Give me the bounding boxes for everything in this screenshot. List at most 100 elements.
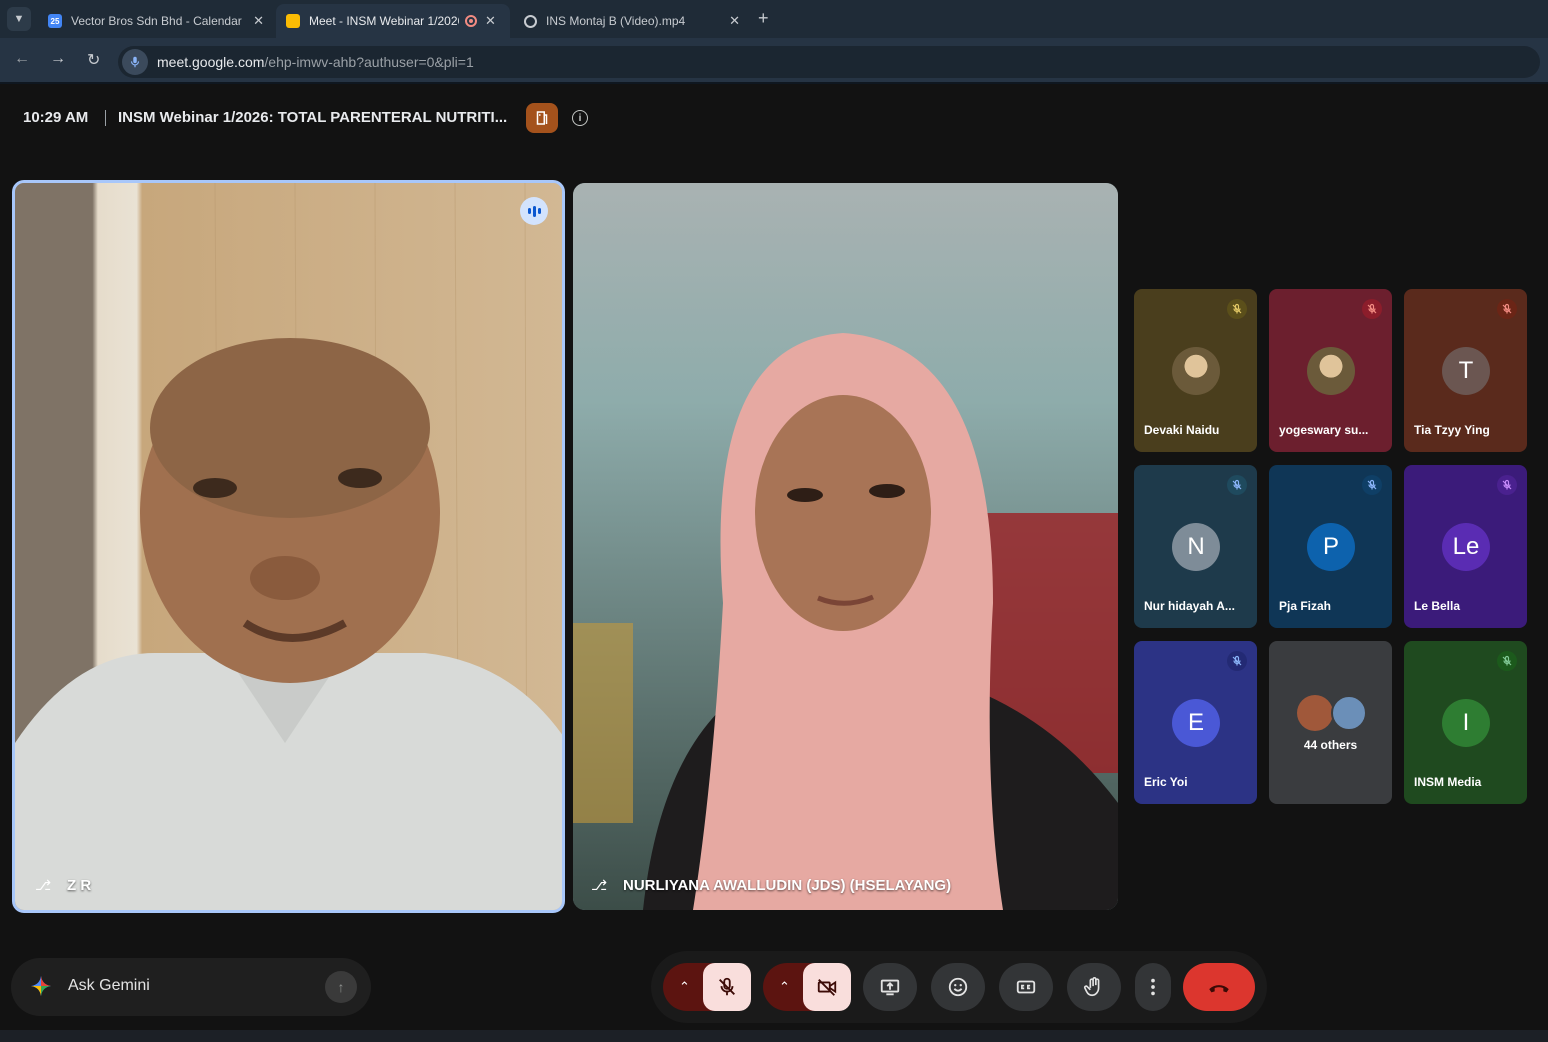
hang-up-icon bbox=[1209, 985, 1229, 993]
speaking-indicator-icon bbox=[520, 197, 548, 225]
avatar bbox=[1172, 347, 1220, 395]
participant-name: Devaki Naidu bbox=[1144, 423, 1220, 437]
mic-off-icon bbox=[719, 977, 735, 996]
participant-name: INSM Media bbox=[1414, 775, 1482, 789]
mic-off-icon bbox=[1362, 299, 1382, 319]
avatar bbox=[1307, 347, 1355, 395]
participant-tile[interactable]: 44 others bbox=[1269, 641, 1392, 804]
participant-tile[interactable]: N Nur hidayah A... bbox=[1134, 465, 1257, 628]
reload-button[interactable]: ↻ bbox=[87, 50, 100, 70]
participant-video bbox=[15, 183, 562, 910]
captions-button[interactable] bbox=[999, 963, 1053, 1011]
participant-tile[interactable]: yogeswary su... bbox=[1269, 289, 1392, 452]
participant-name: Le Bella bbox=[1414, 599, 1461, 613]
raise-hand-button[interactable] bbox=[1067, 963, 1121, 1011]
more-options-button[interactable] bbox=[1135, 963, 1171, 1011]
avatar: Le bbox=[1442, 523, 1490, 571]
divider bbox=[105, 110, 106, 126]
hand-icon bbox=[1084, 977, 1100, 997]
send-arrow-icon[interactable]: ↑ bbox=[325, 971, 357, 1003]
more-vert-icon bbox=[1151, 978, 1155, 996]
os-taskbar bbox=[0, 1030, 1548, 1042]
ask-gemini-label: Ask Gemini bbox=[68, 977, 150, 994]
participant-name: Eric Yoi bbox=[1144, 775, 1188, 789]
new-tab-button[interactable]: + bbox=[758, 8, 769, 29]
avatar-stack bbox=[1297, 695, 1333, 731]
mic-off-icon bbox=[1227, 299, 1247, 319]
browser-tab-strip: ▼ 25 Vector Bros Sdn Bhd - Calendar ✕ Me… bbox=[0, 0, 1548, 38]
participant-name: yogeswary su... bbox=[1279, 423, 1369, 437]
mic-off-icon bbox=[1227, 651, 1247, 671]
avatar-stack bbox=[1331, 695, 1367, 731]
close-tab-icon[interactable]: ✕ bbox=[253, 13, 264, 29]
tab-search-button[interactable]: ▼ bbox=[7, 7, 31, 31]
participant-tile[interactable]: E Eric Yoi bbox=[1134, 641, 1257, 804]
close-tab-icon[interactable]: ✕ bbox=[729, 13, 740, 29]
url-text: meet.google.com/ehp-imwv-ahb?authuser=0&… bbox=[157, 54, 474, 70]
video-tile-speaker[interactable]: ⎇ Z R bbox=[12, 180, 565, 913]
captions-icon bbox=[1016, 980, 1036, 994]
tab-title: Vector Bros Sdn Bhd - Calendar bbox=[71, 14, 242, 28]
camera-off-icon bbox=[817, 979, 837, 996]
calendar-icon: 25 bbox=[48, 14, 62, 28]
tab-title: Meet - INSM Webinar 1/2026 bbox=[309, 14, 459, 28]
camera-off-button[interactable] bbox=[803, 963, 851, 1011]
participant-name: Tia Tzyy Ying bbox=[1414, 423, 1490, 437]
participant-tile[interactable]: Devaki Naidu bbox=[1134, 289, 1257, 452]
meeting-clock: 10:29 AM bbox=[23, 109, 89, 126]
present-icon bbox=[880, 979, 900, 996]
pin-icon[interactable]: ⎇ bbox=[35, 877, 51, 894]
avatar: E bbox=[1172, 699, 1220, 747]
tab-meet[interactable]: Meet - INSM Webinar 1/2026 ✕ bbox=[276, 4, 510, 38]
back-button[interactable]: ← bbox=[14, 50, 30, 68]
chevron-up-icon[interactable]: ⌃ bbox=[679, 979, 690, 995]
participant-name: Nur hidayah A... bbox=[1144, 599, 1235, 613]
browser-toolbar: ← → ↻ meet.google.com/ehp-imwv-ahb?authu… bbox=[0, 38, 1548, 84]
microphone-in-use-icon[interactable] bbox=[122, 49, 148, 75]
ask-gemini-box[interactable]: Ask Gemini ↑ bbox=[11, 958, 371, 1016]
camera-control: ⌃ bbox=[763, 963, 851, 1011]
meeting-header: 10:29 AM INSM Webinar 1/2026: TOTAL PARE… bbox=[0, 86, 1548, 150]
avatar: P bbox=[1307, 523, 1355, 571]
avatar: I bbox=[1442, 699, 1490, 747]
globe-icon bbox=[524, 14, 537, 28]
forward-button[interactable]: → bbox=[50, 50, 66, 68]
mic-off-icon bbox=[1227, 475, 1247, 495]
gemini-icon bbox=[31, 976, 51, 996]
address-bar[interactable]: meet.google.com/ehp-imwv-ahb?authuser=0&… bbox=[118, 46, 1540, 78]
participant-tile[interactable]: Le Le Bella bbox=[1404, 465, 1527, 628]
microphone-control: ⌃ bbox=[663, 963, 751, 1011]
meeting-controls-bar: ⌃ ⌃ bbox=[651, 951, 1267, 1023]
mic-off-icon bbox=[1362, 475, 1382, 495]
tab-title: INS Montaj B (Video).mp4 bbox=[546, 14, 686, 28]
avatar: T bbox=[1442, 347, 1490, 395]
mic-off-icon bbox=[1497, 651, 1517, 671]
host-controls-icon[interactable] bbox=[526, 103, 558, 133]
video-tile-participant[interactable]: ⎇ NURLIYANA AWALLUDIN (JDS) (HSELAYANG) bbox=[573, 183, 1118, 910]
close-tab-icon[interactable]: ✕ bbox=[485, 13, 496, 29]
emoji-icon bbox=[948, 977, 968, 997]
mic-off-button[interactable] bbox=[703, 963, 751, 1011]
participant-name: Z R bbox=[67, 877, 92, 894]
participant-video bbox=[573, 183, 1118, 910]
tab-video[interactable]: INS Montaj B (Video).mp4 ✕ bbox=[514, 4, 750, 38]
meet-icon bbox=[286, 14, 300, 28]
tab-calendar[interactable]: 25 Vector Bros Sdn Bhd - Calendar ✕ bbox=[38, 4, 274, 38]
pin-icon[interactable]: ⎇ bbox=[591, 877, 607, 894]
meeting-info-icon[interactable]: i bbox=[572, 110, 588, 126]
reactions-button[interactable] bbox=[931, 963, 985, 1011]
participant-tile[interactable]: P Pja Fizah bbox=[1269, 465, 1392, 628]
participant-tile[interactable]: I INSM Media bbox=[1404, 641, 1527, 804]
mic-off-icon bbox=[1497, 475, 1517, 495]
recording-icon bbox=[465, 15, 477, 27]
present-screen-button[interactable] bbox=[863, 963, 917, 1011]
chevron-up-icon[interactable]: ⌃ bbox=[779, 979, 790, 995]
participant-name: NURLIYANA AWALLUDIN (JDS) (HSELAYANG) bbox=[623, 877, 952, 894]
avatar: N bbox=[1172, 523, 1220, 571]
participant-name: Pja Fizah bbox=[1279, 599, 1332, 613]
participant-name: 44 others bbox=[1303, 738, 1358, 752]
mic-off-icon bbox=[1497, 299, 1517, 319]
meeting-title: INSM Webinar 1/2026: TOTAL PARENTERAL NU… bbox=[118, 109, 508, 126]
participant-tile[interactable]: T Tia Tzyy Ying bbox=[1404, 289, 1527, 452]
leave-call-button[interactable] bbox=[1183, 963, 1255, 1011]
